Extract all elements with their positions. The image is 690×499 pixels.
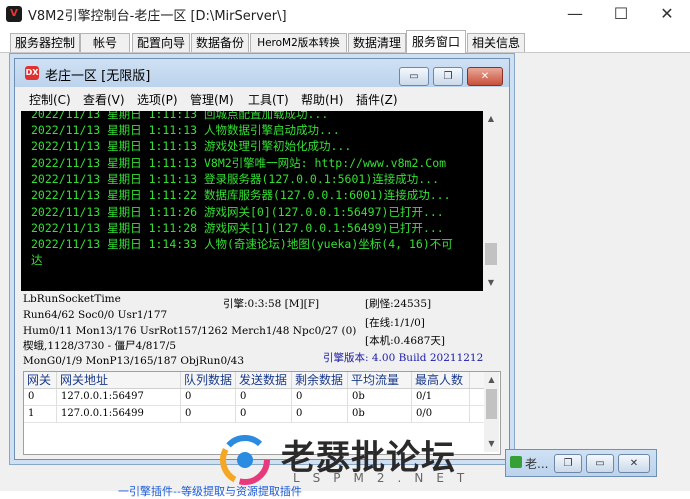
table-cell: 0/1 [412,389,470,405]
tab-herom2-convert[interactable]: HeroM2版本转换 [250,33,347,52]
table-cell: 127.0.0.1:56497 [57,389,181,405]
watermark-logo-icon [220,435,270,485]
memory-stats: 楔蛾,1128/3730 - 僵尸4/817/5 [23,340,177,352]
window-titlebar: V V8M2引擎控制台-老庄一区 [D:\MirServer\] — ☐ ✕ [0,0,690,28]
log-console[interactable]: 2022/11/13 星期日 1:11:13 回城点配置加载成功... 2022… [21,111,491,291]
log-line: 2022/11/13 星期日 1:14:33 人物(奇速论坛)地图(yueka)… [31,237,453,251]
run-stats: Run64/62 Soc0/0 Usr1/177 [23,309,168,321]
app-logo-icon: V [6,6,22,22]
menu-plugins[interactable]: 插件(Z) [356,91,398,108]
table-row[interactable]: 1 127.0.0.1:56499 0 0 0 0b 0/0 [24,406,484,423]
tab-related-info[interactable]: 相关信息 [467,33,525,52]
minimized-window-title: 老... [525,457,549,471]
local-uptime: [本机:0.4687天] [365,335,445,347]
scroll-thumb[interactable] [485,243,497,265]
log-line: 达 [31,253,43,267]
menu-view[interactable]: 查看(V) [83,91,125,108]
mini-restore-button[interactable]: ❐ [554,454,582,473]
table-cell: 0 [292,389,348,405]
watermark-subtext: LSPM2.NET [293,471,478,485]
dx-app-icon: DX [25,66,39,80]
server-console-window: DX 老庄一区 [无限版] ▭ ❐ ✕ 控制(C) 查看(V) 选项(P) 管理… [14,58,510,460]
engine-version: 引擎版本: 4.00 Build 20211212 [323,352,484,364]
table-cell: 0b [348,389,412,405]
scroll-down-arrow-icon[interactable]: ▼ [483,275,499,291]
hum-stats: Hum0/11 Mon13/176 UsrRot157/1262 Merch1/… [23,325,357,337]
console-restore-button[interactable]: ❐ [433,67,463,86]
table-cell: 0 [236,406,292,422]
log-line: 2022/11/13 星期日 1:11:26 游戏网关[0](127.0.0.1… [31,205,444,219]
mini-close-button[interactable]: ✕ [618,454,650,473]
console-title: 老庄一区 [无限版] [45,69,151,84]
window-app-icon [510,456,522,468]
console-minimize-button[interactable]: ▭ [399,67,429,86]
window-title: V8M2引擎控制台-老庄一区 [D:\MirServer\] [28,9,287,24]
minimized-window[interactable]: 老... ❐ ▭ ✕ [505,449,657,477]
tab-data-backup[interactable]: 数据备份 [191,33,249,52]
tab-service-window[interactable]: 服务窗口 [406,30,466,53]
main-tabstrip: 服务器控制 帐号 配置向导 数据备份 HeroM2版本转换 数据清理 服务窗口 … [0,30,690,53]
table-cell: 0 [24,389,57,405]
mini-maximize-button[interactable]: ▭ [586,454,614,473]
console-close-button[interactable]: ✕ [467,67,503,86]
column-header[interactable]: 网关地址 [57,372,181,388]
refresh-monster-count: [刷怪:24535] [365,298,432,310]
watermark: 老瑟批论坛 LSPM2.NET [215,428,505,491]
socket-time: LbRunSocketTime [23,293,121,305]
log-line: 2022/11/13 星期日 1:11:13 回城点配置加载成功... [31,111,329,121]
menu-help[interactable]: 帮助(H) [301,91,343,108]
tab-account[interactable]: 帐号 [80,33,130,52]
menu-manage[interactable]: 管理(M) [190,91,234,108]
table-cell: 1 [24,406,57,422]
status-panel: LbRunSocketTime 引擎:0:3:58 [M][F] [刷怪:245… [15,293,509,369]
bottom-link[interactable]: 一引擎插件--等级提取与资源提取插件 [118,483,302,499]
log-line: 2022/11/13 星期日 1:11:13 人物数据引擎启动成功... [31,123,340,137]
scroll-thumb[interactable] [486,389,497,419]
table-row[interactable]: 0 127.0.0.1:56497 0 0 0 0b 0/1 [24,389,484,406]
scroll-up-arrow-icon[interactable]: ▲ [484,372,499,388]
engine-uptime: 引擎:0:3:58 [M][F] [223,298,320,310]
table-cell: 0 [181,389,236,405]
scroll-up-arrow-icon[interactable]: ▲ [483,111,499,127]
column-header[interactable]: 平均流量 [348,372,412,388]
table-cell: 0b [348,406,412,422]
column-header[interactable]: 队列数据 [181,372,236,388]
menu-control[interactable]: 控制(C) [29,91,71,108]
console-titlebar: DX 老庄一区 [无限版] ▭ ❐ ✕ [15,59,509,87]
column-header[interactable]: 最高人数 [412,372,470,388]
log-line: 2022/11/13 星期日 1:11:13 登录服务器(127.0.0.1:5… [31,172,440,186]
table-cell: 0 [292,406,348,422]
close-button[interactable]: ✕ [644,0,690,28]
log-line: 2022/11/13 星期日 1:11:22 数据库服务器(127.0.0.1:… [31,188,451,202]
log-line: 2022/11/13 星期日 1:11:13 游戏处理引擎初始化成功... [31,139,352,153]
tab-data-cleanup[interactable]: 数据清理 [348,33,406,52]
column-header[interactable]: 发送数据 [236,372,292,388]
table-cell: 0/0 [412,406,470,422]
maximize-button[interactable]: ☐ [598,0,644,28]
log-line: 2022/11/13 星期日 1:11:28 游戏网关[1](127.0.0.1… [31,221,444,235]
table-cell: 0 [236,389,292,405]
console-menubar: 控制(C) 查看(V) 选项(P) 管理(M) 工具(T) 帮助(H) 插件(Z… [15,89,509,109]
column-header[interactable]: 剩余数据 [292,372,348,388]
menu-options[interactable]: 选项(P) [137,91,178,108]
column-header[interactable]: 网关 [24,372,57,388]
table-cell: 0 [181,406,236,422]
minimize-button[interactable]: — [552,0,598,28]
online-count: [在线:1/1/0] [365,317,425,329]
tab-config-wizard[interactable]: 配置向导 [132,33,190,52]
mongo-stats: MonG0/1/9 MonP13/165/187 ObjRun0/43 [23,355,245,367]
log-line: 2022/11/13 星期日 1:11:13 V8M2引擎唯一网站: http:… [31,156,447,170]
table-cell: 127.0.0.1:56499 [57,406,181,422]
log-scrollbar[interactable]: ▲ ▼ [483,111,499,291]
tab-server-control[interactable]: 服务器控制 [10,33,80,52]
table-header: 网关 网关地址 队列数据 发送数据 剩余数据 平均流量 最高人数 [24,372,484,389]
menu-tools[interactable]: 工具(T) [248,91,289,108]
